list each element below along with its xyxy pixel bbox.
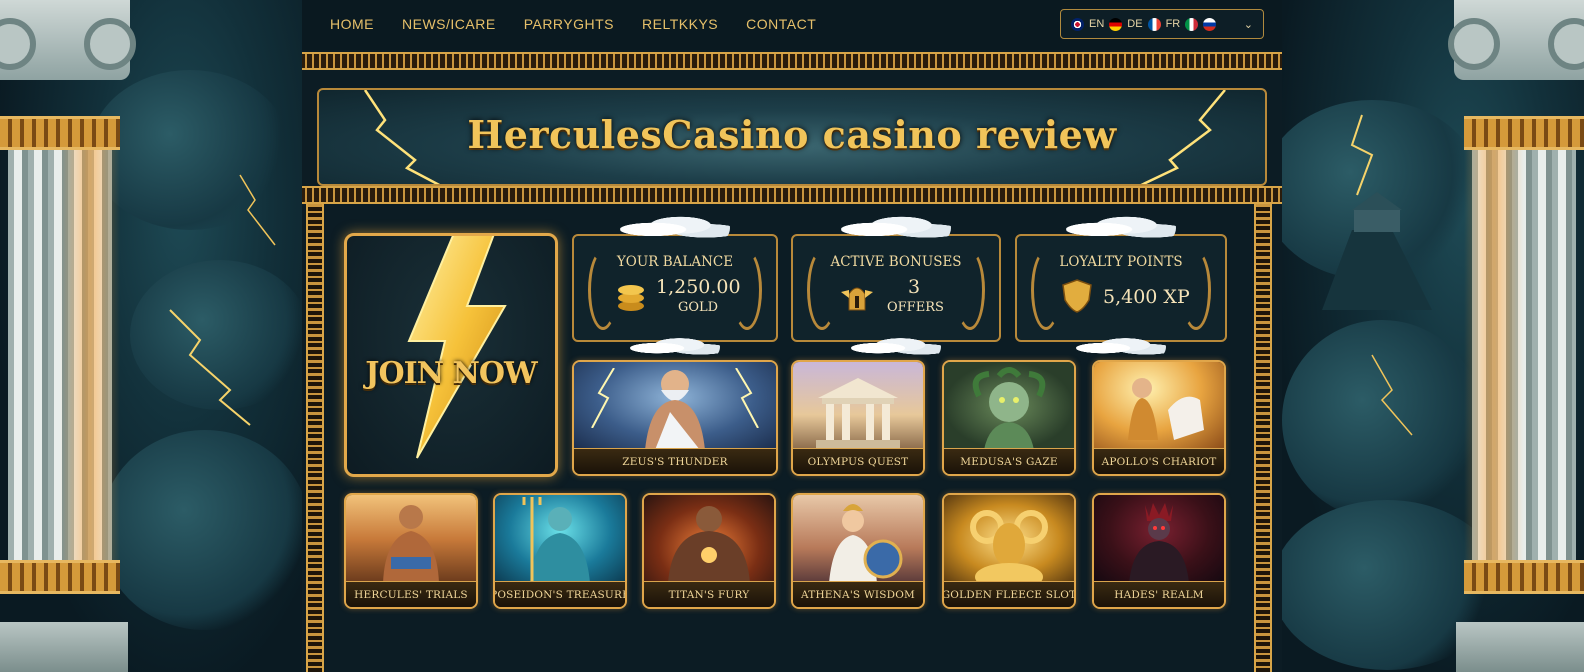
golden-ram-icon (970, 510, 1048, 583)
greek-key-border (302, 186, 1282, 204)
game-title: TITAN'S FURY (644, 581, 774, 607)
medusa-figure-icon (972, 367, 1046, 450)
greek-key-border (1254, 204, 1272, 672)
bonuses-unit: OFFERS (887, 300, 944, 315)
game-tile-zeus[interactable]: ZEUS'S THUNDER (572, 360, 778, 476)
nav-parryghts[interactable]: PARRYGHTS (524, 16, 614, 32)
poseidon-figure-icon (522, 497, 590, 583)
cloud-decoration (1066, 214, 1176, 242)
left-background (0, 0, 302, 672)
zeus-figure-icon (645, 370, 705, 450)
join-now-label: JOIN NOW (365, 356, 537, 391)
nav-reltkkys[interactable]: RELTKKYS (642, 16, 718, 32)
apollo-chariot-icon (1128, 378, 1204, 440)
game-tile-apollo[interactable]: APOLLO'S CHARIOT (1092, 360, 1226, 476)
russia-flag-icon (1203, 17, 1217, 31)
game-tile-titan[interactable]: TITAN'S FURY (642, 493, 776, 609)
bonuses-label: ACTIVE BONUSES (830, 254, 962, 270)
game-title: OLYMPUS QUEST (793, 448, 923, 474)
loyalty-label: LOYALTY POINTS (1059, 254, 1183, 270)
lang-en: EN (1089, 18, 1105, 30)
athena-figure-icon (829, 504, 903, 583)
game-tile-athena[interactable]: ATHENA'S WISDOM (791, 493, 925, 609)
balance-card: YOUR BALANCE 1,250.00 GOLD (572, 214, 778, 358)
lightning-icon (239, 174, 276, 246)
gold-coins-icon (618, 285, 644, 311)
game-title: ATHENA'S WISDOM (793, 581, 923, 607)
game-title: GOLDEN FLEECE SLOT (944, 581, 1074, 607)
cloud-decoration (841, 214, 951, 242)
greek-key-border (302, 52, 1282, 70)
france-flag-icon (1147, 17, 1161, 31)
page-title: HerculesCasino casino review (467, 112, 1117, 157)
game-tile-poseidon[interactable]: POSEIDON'S TREASURE (493, 493, 627, 609)
chevron-down-icon: ⌄ (1243, 18, 1253, 31)
uk-flag-icon (1071, 17, 1084, 31)
titan-figure-icon (668, 506, 750, 583)
lightning-icon (591, 368, 615, 428)
nav-news[interactable]: NEWS/ICARE (402, 16, 496, 32)
nav-home[interactable]: HOME (330, 16, 374, 32)
germany-flag-icon (1109, 17, 1123, 31)
game-tile-hades[interactable]: HADES' REALM (1092, 493, 1226, 609)
game-title: HERCULES' TRIALS (346, 581, 476, 607)
italy-flag-icon (1185, 17, 1199, 31)
lang-de: DE (1127, 18, 1143, 30)
loyalty-card: LOYALTY POINTS 5,400 XP (1015, 214, 1227, 358)
lang-fr: FR (1165, 18, 1181, 30)
greek-column (1448, 0, 1584, 672)
bonuses-value: 3 (908, 276, 921, 298)
lightning-icon (1350, 114, 1374, 196)
game-title: POSEIDON'S TREASURE (495, 581, 625, 607)
game-tile-hercules[interactable]: HERCULES' TRIALS (344, 493, 478, 609)
join-now-button[interactable]: JOIN NOW (344, 233, 558, 477)
temple-icon (816, 378, 900, 450)
greek-key-border (306, 204, 324, 672)
balance-label: YOUR BALANCE (616, 254, 734, 270)
game-tile-medusa[interactable]: MEDUSA'S GAZE (942, 360, 1076, 476)
game-tile-olympus[interactable]: OLYMPUS QUEST (791, 360, 925, 476)
game-title: HADES' REALM (1094, 581, 1224, 607)
game-title: ZEUS'S THUNDER (574, 448, 776, 474)
lightning-icon (169, 309, 251, 426)
shield-icon (1062, 279, 1092, 313)
winged-helmet-icon (841, 287, 873, 311)
main-panel: HOME NEWS/ICARE PARRYGHTS RELTKKYS CONTA… (302, 0, 1282, 672)
game-tile-golden-fleece[interactable]: GOLDEN FLEECE SLOT (942, 493, 1076, 609)
language-selector[interactable]: EN DE FR ⌄ (1060, 9, 1264, 39)
greek-column (0, 0, 136, 672)
game-title: MEDUSA'S GAZE (944, 448, 1074, 474)
balance-value: 1,250.00 (656, 276, 741, 298)
cloud-decoration (1076, 336, 1166, 358)
lightning-icon (1371, 354, 1413, 436)
cloud-decoration (851, 336, 941, 358)
loyalty-value: 5,400 XP (1103, 286, 1190, 308)
storm-cloud (100, 430, 302, 630)
top-navigation: HOME NEWS/ICARE PARRYGHTS RELTKKYS CONTA… (302, 0, 1282, 50)
balance-unit: GOLD (678, 300, 719, 315)
bonuses-card: ACTIVE BONUSES 3 OFFERS (791, 214, 1001, 358)
hades-figure-icon (1129, 503, 1189, 583)
lightning-bolt-icon (407, 236, 507, 459)
cloud-decoration (620, 214, 730, 242)
hercules-figure-icon (383, 505, 439, 583)
lightning-icon (735, 368, 759, 428)
right-background (1282, 0, 1584, 672)
hero-banner: HerculesCasino casino review (317, 88, 1267, 186)
cloud-decoration (630, 336, 720, 358)
game-title: APOLLO'S CHARIOT (1094, 448, 1224, 474)
nav-contact[interactable]: CONTACT (746, 16, 816, 32)
